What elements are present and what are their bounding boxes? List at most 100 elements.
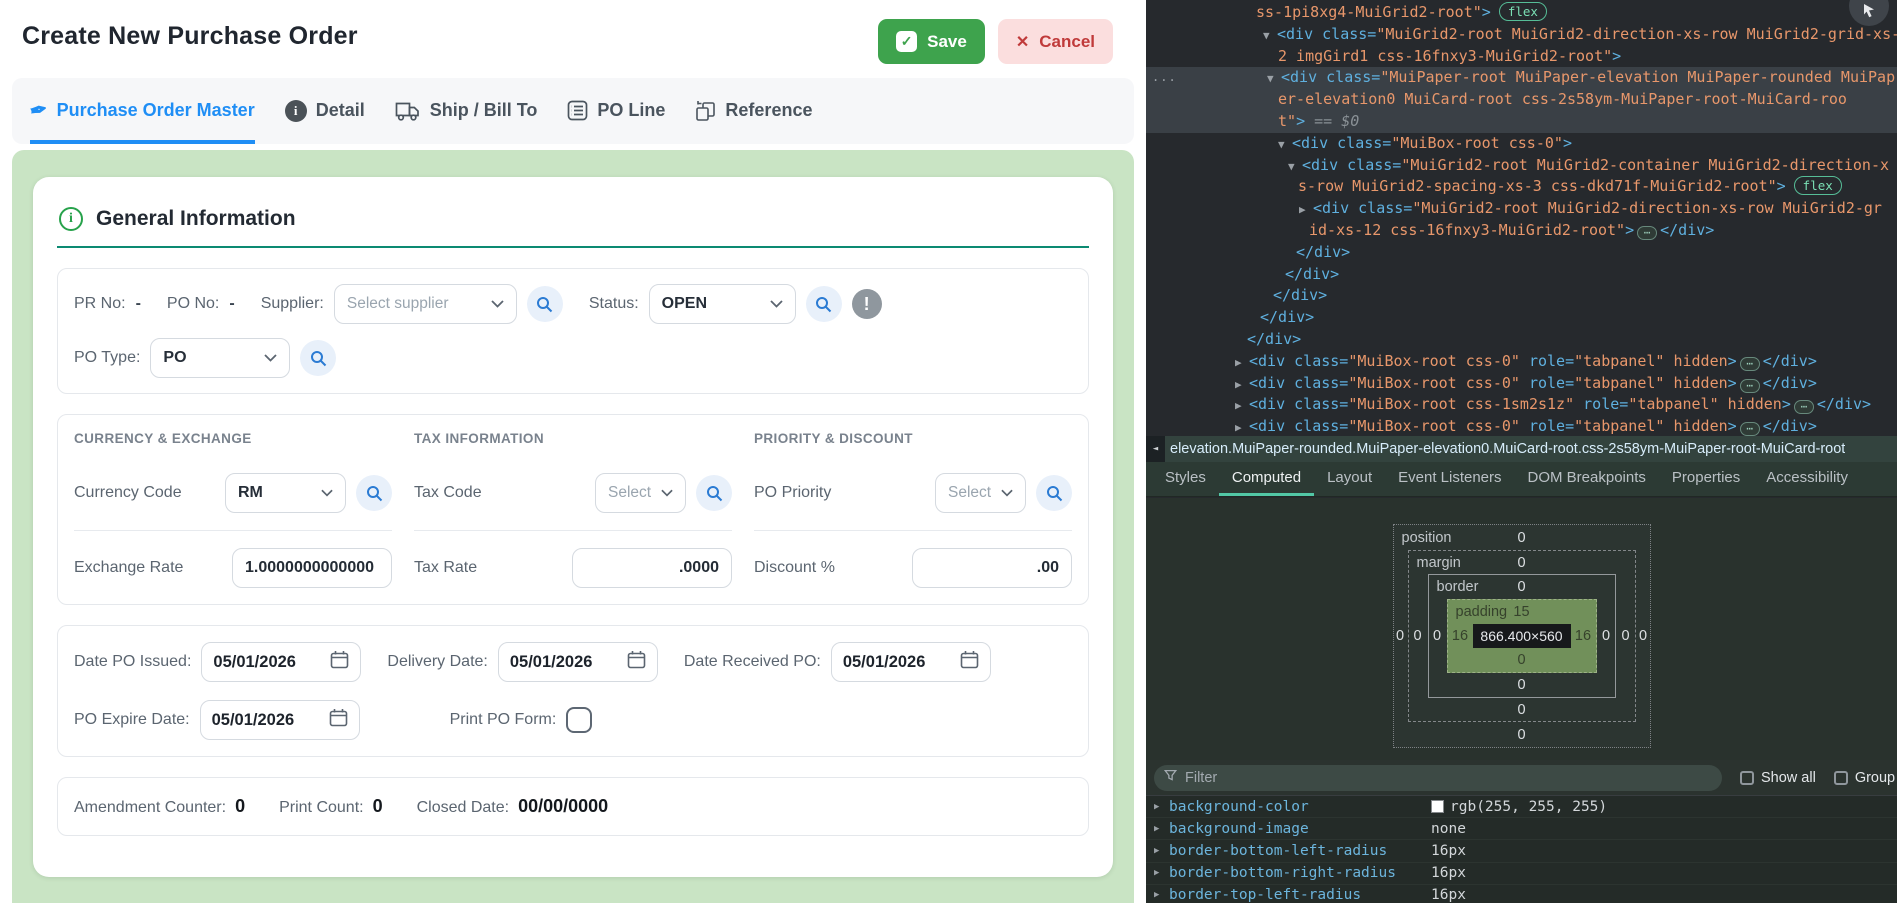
close-icon: ✕ [1016, 32, 1029, 52]
box-model-border[interactable]: border0 0 padding15 16 866.400×560 16 [1428, 574, 1616, 698]
po-priority-select[interactable]: Select [935, 473, 1026, 513]
date-received-po-input[interactable]: 05/01/2026 [831, 642, 991, 682]
cancel-button-label: Cancel [1039, 32, 1095, 52]
po-type-search-button[interactable] [300, 340, 336, 376]
code-line[interactable]: ...▼<div class="MuiPaper-root MuiPaper-e… [1146, 67, 1897, 89]
date-received-po-label: Date Received PO: [684, 653, 821, 671]
tab-po-line[interactable]: PO Line [567, 78, 665, 144]
elements-tree[interactable]: ss-1pi8xg4-MuiGrid2-root">flex▼<div clas… [1146, 0, 1897, 436]
code-segment[interactable]: ▶ [1235, 374, 1249, 396]
currency-code-select[interactable]: RM [225, 473, 346, 513]
calendar-icon[interactable] [960, 650, 979, 674]
tax-rate-input[interactable]: .0000 [572, 548, 732, 588]
box-model-padding[interactable]: padding15 16 866.400×560 16 0 [1447, 599, 1597, 673]
code-segment: class= [1285, 395, 1348, 413]
calendar-icon[interactable] [627, 650, 646, 674]
filter-input[interactable]: Filter [1154, 765, 1722, 791]
calendar-icon[interactable] [329, 708, 348, 732]
po-expire-date-input[interactable]: 05/01/2026 [200, 700, 360, 740]
code-segment[interactable]: ▼ [1263, 25, 1277, 47]
date-po-issued-input[interactable]: 05/01/2026 [201, 642, 361, 682]
code-line[interactable]: ▼<div class="MuiGrid2-root MuiGrid2-dire… [1146, 24, 1897, 46]
computed-property-row[interactable]: border-bottom-left-radius16px [1146, 840, 1897, 862]
code-line[interactable]: </div> [1146, 329, 1897, 351]
code-line[interactable]: ▶<div class="MuiBox-root css-0" role="ta… [1146, 373, 1897, 395]
code-line[interactable]: ▼<div class="MuiGrid2-root MuiGrid2-cont… [1146, 155, 1897, 177]
code-line[interactable]: ▼<div class="MuiBox-root css-0"> [1146, 133, 1897, 155]
box-model-position[interactable]: position0 0 margin0 0 border0 0 [1393, 524, 1651, 748]
tab-accessibility[interactable]: Accessibility [1753, 462, 1861, 496]
cancel-button[interactable]: ✕ Cancel [998, 19, 1113, 64]
code-line[interactable]: </div> [1146, 264, 1897, 286]
code-segment[interactable]: ▶ [1235, 417, 1249, 436]
gutter-ellipsis-icon[interactable]: ... [1152, 67, 1177, 89]
code-segment[interactable]: ▶ [1299, 199, 1313, 221]
tab-event-listeners[interactable]: Event Listeners [1385, 462, 1514, 496]
code-line[interactable]: t"> == $0 [1146, 111, 1897, 133]
expand-ellipsis-icon[interactable]: ⋯ [1637, 226, 1657, 240]
tab-properties[interactable]: Properties [1659, 462, 1753, 496]
tax-code-search-button[interactable] [696, 475, 732, 511]
code-line[interactable]: </div> [1146, 285, 1897, 307]
computed-property-row[interactable]: background-imagenone [1146, 818, 1897, 840]
tab-reference[interactable]: Reference [695, 78, 812, 144]
breadcrumb-back-button[interactable]: ◄ [1146, 436, 1165, 462]
code-segment: class= [1328, 134, 1391, 152]
breadcrumb[interactable]: elevation.MuiPaper-rounded.MuiPaper-elev… [1165, 441, 1845, 457]
tab-computed[interactable]: Computed [1219, 462, 1314, 496]
status-select[interactable]: OPEN [649, 284, 796, 324]
expand-ellipsis-icon[interactable]: ⋯ [1740, 357, 1760, 371]
computed-property-row[interactable]: border-bottom-right-radius16px [1146, 863, 1897, 885]
code-line[interactable]: </div> [1146, 242, 1897, 264]
property-name: border-top-left-radius [1169, 887, 1431, 903]
discount-input[interactable]: .00 [912, 548, 1072, 588]
code-line[interactable]: er-elevation0 MuiCard-root css-2s58ym-Mu… [1146, 89, 1897, 111]
code-segment: class= [1349, 199, 1412, 217]
code-segment[interactable]: ▼ [1267, 68, 1281, 90]
show-all-checkbox[interactable]: Show all [1740, 770, 1816, 786]
code-line[interactable]: ▶<div class="MuiGrid2-root MuiGrid2-dire… [1146, 198, 1897, 220]
code-line[interactable]: s-row MuiGrid2-spacing-xs-3 css-dkd71f-M… [1146, 176, 1897, 198]
flex-badge[interactable]: flex [1499, 2, 1547, 21]
delivery-date-input[interactable]: 05/01/2026 [498, 642, 658, 682]
tab-detail[interactable]: i Detail [285, 78, 365, 144]
tab-styles[interactable]: Styles [1152, 462, 1219, 496]
flex-badge[interactable]: flex [1794, 176, 1842, 195]
po-type-select[interactable]: PO [150, 338, 290, 378]
code-line[interactable]: </div> [1146, 307, 1897, 329]
tab-purchase-order-master[interactable]: ✒ Purchase Order Master [30, 78, 255, 144]
code-line[interactable]: ▶<div class="MuiBox-root css-0" role="ta… [1146, 351, 1897, 373]
tax-code-select[interactable]: Select [595, 473, 686, 513]
code-segment[interactable]: ▼ [1288, 156, 1302, 178]
tab-panel-background: i General Information PR No: - PO No: - … [12, 150, 1134, 903]
border-top: 0 [1517, 579, 1525, 595]
tab-layout[interactable]: Layout [1314, 462, 1385, 496]
code-line[interactable]: ▶<div class="MuiBox-root css-1sm2s1z" ro… [1146, 394, 1897, 416]
code-segment[interactable]: ▼ [1278, 134, 1292, 156]
status-search-button[interactable] [806, 286, 842, 322]
save-button[interactable]: ✓ Save [878, 19, 985, 64]
group-checkbox[interactable]: Group [1834, 770, 1895, 786]
code-line[interactable]: 2 imgGird1 css-16fnxy3-MuiGrid2-root"> [1146, 46, 1897, 68]
print-po-form-checkbox[interactable] [566, 707, 592, 733]
code-line[interactable]: id-xs-12 css-16fnxy3-MuiGrid2-root">⋯</d… [1146, 220, 1897, 242]
exchange-rate-input[interactable]: 1.0000000000000 [232, 548, 392, 588]
code-segment[interactable]: ▶ [1235, 395, 1249, 417]
expand-ellipsis-icon[interactable]: ⋯ [1740, 379, 1760, 393]
expand-ellipsis-icon[interactable]: ⋯ [1740, 422, 1760, 436]
box-model-content[interactable]: 866.400×560 [1473, 624, 1571, 648]
expand-ellipsis-icon[interactable]: ⋯ [1794, 400, 1814, 414]
computed-property-row[interactable]: background-colorrgb(255, 255, 255) [1146, 796, 1897, 818]
calendar-icon[interactable] [330, 650, 349, 674]
tab-ship-bill-to[interactable]: Ship / Bill To [395, 78, 538, 144]
supplier-select[interactable]: Select supplier [334, 284, 517, 324]
tab-dom-breakpoints[interactable]: DOM Breakpoints [1515, 462, 1659, 496]
currency-search-button[interactable] [356, 475, 392, 511]
code-segment[interactable]: ▶ [1235, 352, 1249, 374]
box-model-margin[interactable]: margin0 0 border0 0 padding15 [1408, 550, 1636, 722]
supplier-search-button[interactable] [527, 286, 563, 322]
po-priority-search-button[interactable] [1036, 475, 1072, 511]
code-line[interactable]: ss-1pi8xg4-MuiGrid2-root">flex [1146, 2, 1897, 24]
code-line[interactable]: ▶<div class="MuiBox-root css-0" role="ta… [1146, 416, 1897, 436]
computed-property-row[interactable]: border-top-left-radius16px [1146, 885, 1897, 903]
